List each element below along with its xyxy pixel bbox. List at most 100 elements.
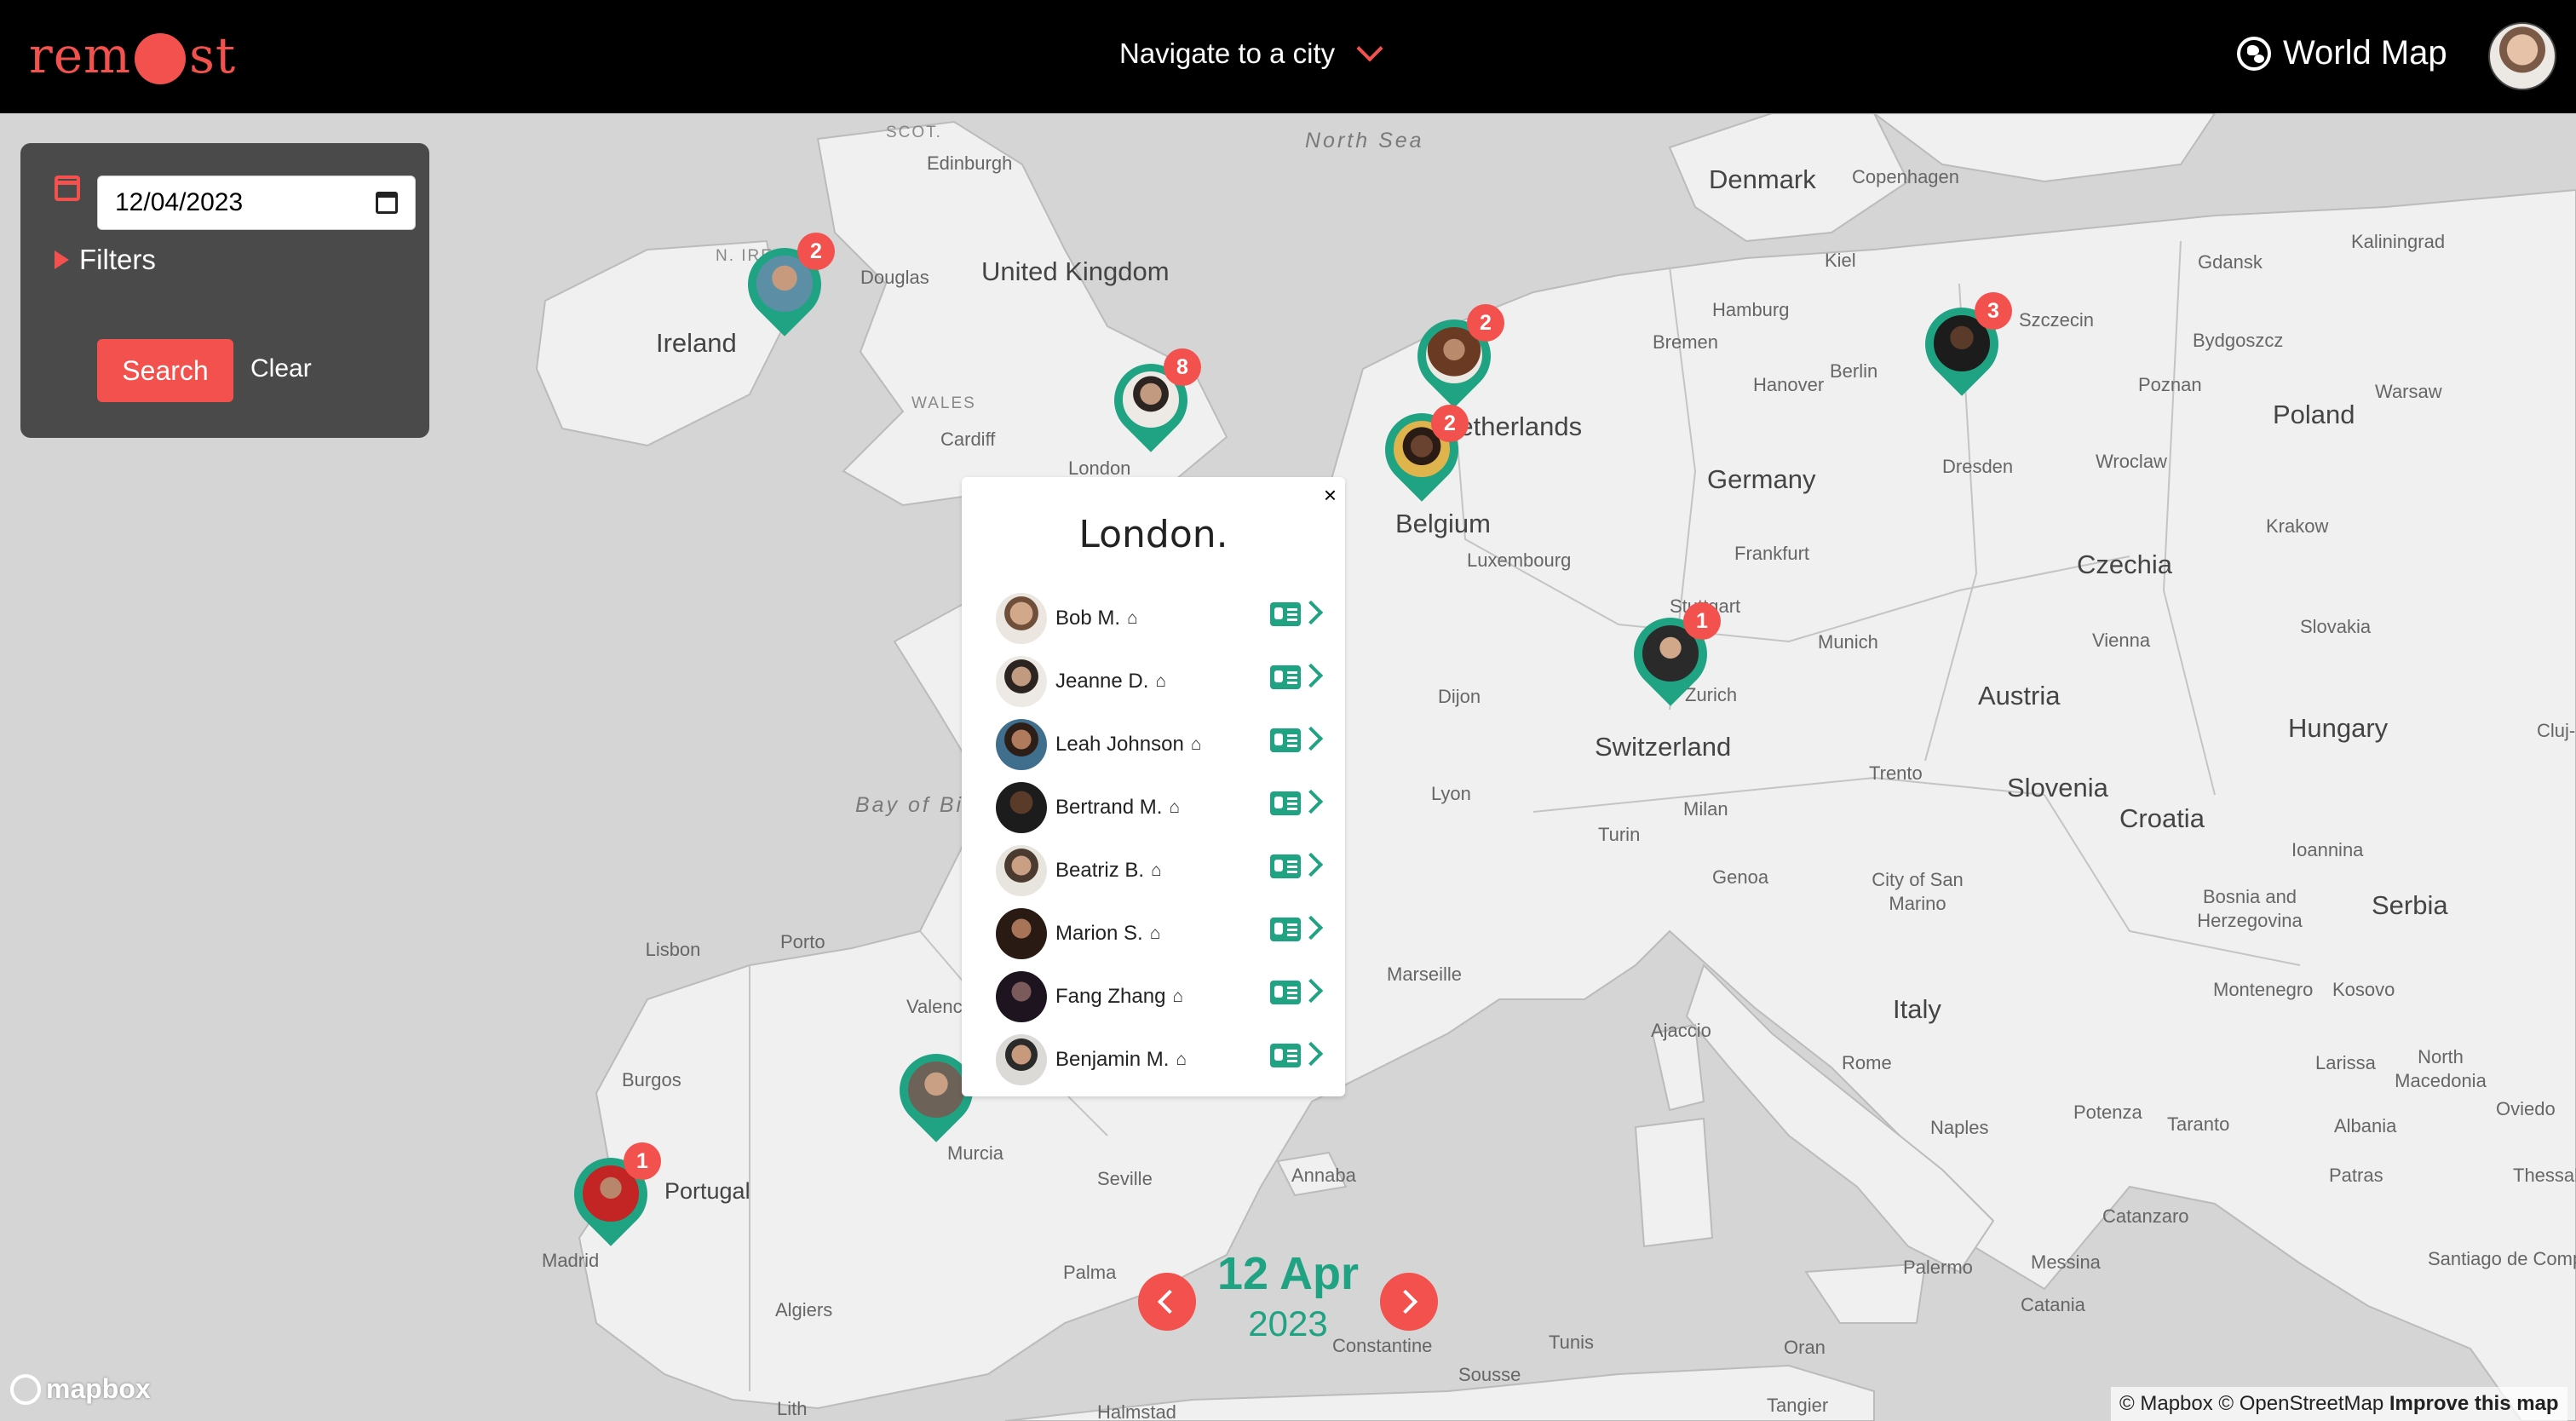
map-pin-london[interactable]: 8	[1099, 348, 1203, 456]
map-attribution: © Mapbox © OpenStreetMap Improve this ma…	[2111, 1387, 2567, 1421]
chevron-left-icon	[1157, 1289, 1182, 1315]
city-label-krakow: Krakow	[2266, 515, 2329, 537]
pin-count-badge: 1	[624, 1142, 661, 1180]
avatar	[996, 908, 1047, 959]
id-card-icon[interactable]	[1270, 981, 1301, 1004]
city-label-cardiff: Cardiff	[940, 429, 996, 450]
previous-day-button[interactable]	[1138, 1273, 1196, 1331]
remost-logo[interactable]: rem st	[29, 26, 236, 85]
mapbox-icon	[10, 1373, 41, 1405]
city-label-hamburg: Hamburg	[1712, 299, 1790, 320]
id-card-icon[interactable]	[1270, 1044, 1301, 1067]
home-icon: ⌂	[1151, 860, 1162, 880]
city-label-messina: Messina	[2031, 1251, 2101, 1273]
chevron-right-icon[interactable]	[1298, 726, 1324, 751]
country-label-germany: Germany	[1707, 464, 1816, 494]
list-item[interactable]: Bertrand M. ⌂	[996, 781, 1328, 834]
city-label-cluj: Cluj-Na	[2537, 720, 2576, 741]
person-name: Marion S.	[1055, 922, 1143, 945]
country-label-czechia: Czechia	[2077, 549, 2172, 579]
person-name: Benjamin M.	[1055, 1048, 1170, 1071]
map-pin-berlin[interactable]: 3	[1910, 292, 2014, 400]
map-pin-lisbon[interactable]: 1	[559, 1142, 663, 1250]
id-card-icon[interactable]	[1270, 791, 1301, 815]
city-label-patras: Santiago de Compostela	[2428, 1248, 2576, 1269]
avatar	[996, 593, 1047, 644]
chevron-right-icon[interactable]	[1298, 852, 1324, 877]
close-icon[interactable]: ×	[1324, 482, 1337, 509]
chevron-right-icon[interactable]	[1298, 915, 1324, 941]
country-label-croatia: Croatia	[2119, 803, 2205, 833]
chevron-right-icon[interactable]	[1298, 978, 1324, 1004]
list-item[interactable]: Leah Johnson ⌂	[996, 718, 1328, 771]
city-label-palma: Annaba	[1291, 1165, 1356, 1186]
logo-text-right: st	[189, 26, 237, 84]
id-card-icon[interactable]	[1270, 602, 1301, 626]
home-icon: ⌂	[1127, 608, 1138, 628]
city-label-bydgoszcz: Bydgoszcz	[2193, 330, 2284, 351]
next-day-button[interactable]	[1380, 1273, 1438, 1331]
navigate-city-dropdown[interactable]: Navigate to a city	[1119, 35, 1383, 70]
country-label-switzerland: Switzerland	[1595, 732, 1732, 762]
clear-button[interactable]: Clear	[250, 354, 312, 383]
list-item[interactable]: Bob M. ⌂	[996, 592, 1328, 645]
date-input[interactable]: 12/04/2023	[97, 175, 416, 230]
city-label-murcia: Palma	[1063, 1262, 1117, 1283]
map-pin-dublin[interactable]: 2	[733, 233, 837, 340]
person-name: Bertrand M.	[1055, 796, 1163, 819]
chevron-right-icon[interactable]	[1298, 600, 1324, 625]
chevron-right-icon[interactable]	[1298, 663, 1324, 688]
chevron-right-icon[interactable]	[1298, 1041, 1324, 1067]
city-label-dijon: Dijon	[1438, 686, 1481, 707]
city-popup: × London. Bob M. ⌂ Jeanne D. ⌂ Leah John…	[962, 477, 1345, 1096]
id-card-icon[interactable]	[1270, 854, 1301, 878]
popup-title: London.	[1078, 513, 1228, 556]
city-label-kaliningrad: Kaliningrad	[2351, 231, 2446, 252]
country-label-poland: Poland	[2273, 400, 2355, 429]
pin-count-badge: 2	[1467, 304, 1504, 342]
city-label-tangier: Lith	[777, 1398, 808, 1419]
person-name: Beatriz B.	[1055, 859, 1145, 882]
avatar	[996, 656, 1047, 707]
list-item[interactable]: Marion S. ⌂	[996, 907, 1328, 960]
home-icon: ⌂	[1149, 923, 1161, 943]
avatar	[996, 719, 1047, 770]
date-picker-icon[interactable]	[376, 192, 398, 214]
city-label-constantine: Sousse	[1458, 1364, 1521, 1385]
pin-avatar	[906, 1059, 967, 1120]
improve-map-link[interactable]: Improve this map	[2389, 1392, 2559, 1415]
id-card-icon[interactable]	[1270, 918, 1301, 941]
city-label-porto: Burgos	[622, 1069, 681, 1090]
chevron-down-icon	[1356, 35, 1383, 62]
list-item[interactable]: Fang Zhang ⌂	[996, 970, 1328, 1023]
city-label-kiel: Kiel	[1825, 250, 1856, 271]
city-label-san-marino: City of San Marino	[1872, 869, 1964, 914]
mapbox-logo[interactable]: mapbox	[10, 1373, 151, 1405]
map-pin-amsterdam[interactable]: 2	[1402, 304, 1506, 411]
search-button[interactable]: Search	[97, 339, 233, 402]
globe-icon	[2237, 36, 2271, 71]
filters-toggle[interactable]: Filters	[55, 244, 156, 276]
user-avatar[interactable]	[2488, 22, 2556, 90]
list-item[interactable]: Jeanne D. ⌂	[996, 655, 1328, 708]
list-item[interactable]: Beatriz B. ⌂	[996, 844, 1328, 897]
id-card-icon[interactable]	[1270, 665, 1301, 689]
map-pin-zurich[interactable]: 1	[1619, 602, 1722, 710]
city-label-douglas: Douglas	[860, 267, 929, 288]
id-card-icon[interactable]	[1270, 728, 1301, 752]
city-label-frankfurt: Frankfurt	[1734, 543, 1810, 564]
world-map-link[interactable]: World Map	[2237, 34, 2447, 72]
list-item[interactable]: Benjamin M. ⌂	[996, 1033, 1328, 1086]
city-label-bremen: Bremen	[1653, 331, 1719, 353]
chevron-right-icon[interactable]	[1298, 789, 1324, 814]
city-label-valencia: Seville	[1097, 1168, 1153, 1189]
country-label-belgium: Belgium	[1395, 509, 1491, 538]
city-label-catanzaro: Catanzaro	[2102, 1205, 2189, 1227]
pin-count-badge: 2	[797, 233, 835, 270]
city-label-genoa: Genoa	[1712, 866, 1769, 888]
map-pin-brussels[interactable]: 2	[1370, 398, 1474, 505]
attribution-text[interactable]: © Mapbox © OpenStreetMap	[2119, 1392, 2383, 1415]
country-label-slovakia: Slovakia	[2300, 616, 2372, 637]
city-label-taranto: Taranto	[2167, 1113, 2230, 1135]
chevron-right-icon	[1393, 1289, 1418, 1315]
